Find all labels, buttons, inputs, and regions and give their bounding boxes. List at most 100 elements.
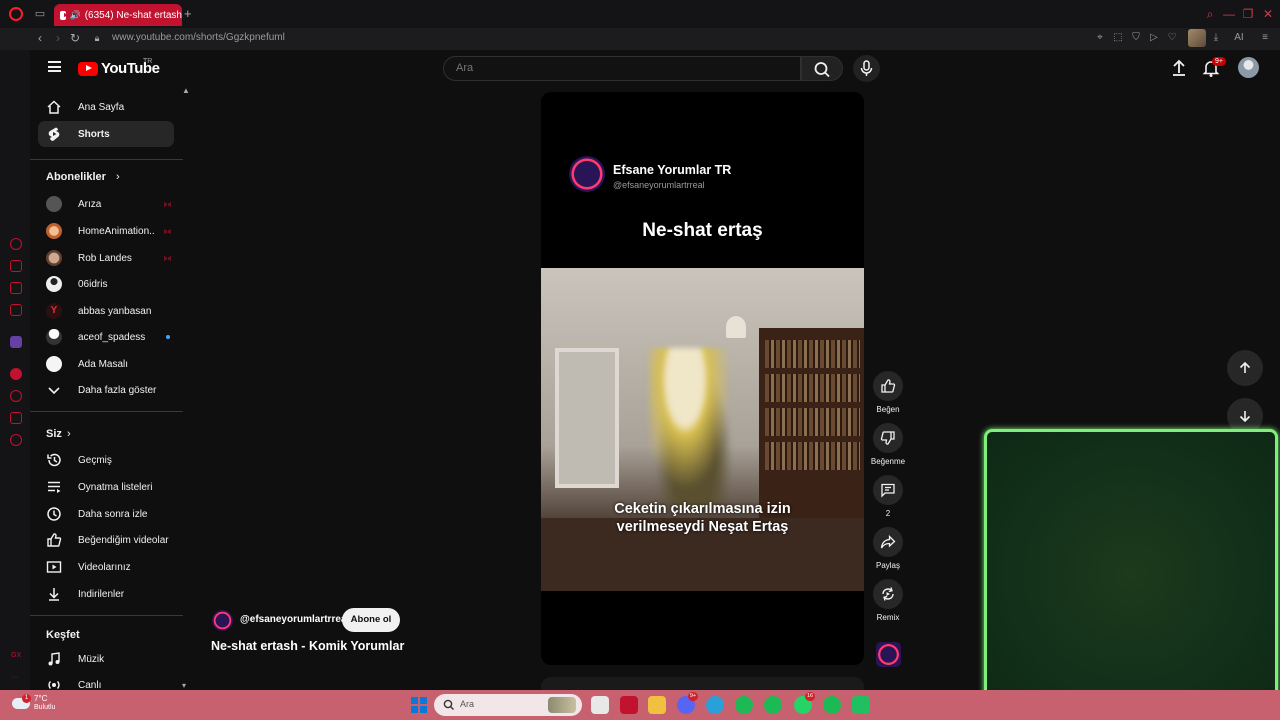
shield-icon[interactable]: ⛉: [1129, 31, 1143, 45]
search-input[interactable]: [456, 62, 756, 74]
comments-button[interactable]: [873, 475, 903, 505]
voice-search-button[interactable]: [853, 55, 880, 82]
speaker-icon[interactable]: 🔊: [70, 10, 81, 21]
sidebar-item-playlists[interactable]: Oynatma listeleri: [38, 474, 174, 500]
start-button[interactable]: [411, 697, 427, 713]
sidebar-item-liked-videos[interactable]: Beğendiğim videolar: [38, 527, 174, 553]
sidebar-scroll-up-icon[interactable]: ▲: [182, 86, 190, 95]
sidebar-item-music[interactable]: Müzik: [38, 646, 174, 672]
sidebar-section-subscriptions[interactable]: Abonelikler ›: [38, 164, 174, 190]
gx-icon[interactable]: GX: [11, 652, 21, 659]
sidebar-item-subscription[interactable]: 06idris: [38, 271, 174, 297]
sidebar-item-shorts[interactable]: Shorts: [38, 121, 174, 147]
task-view-icon[interactable]: [591, 696, 609, 714]
avatar[interactable]: [1238, 57, 1259, 78]
restore-button[interactable]: ❐: [1241, 7, 1255, 21]
url-field[interactable]: www.youtube.com/shorts/Ggzkpnefuml: [112, 32, 285, 43]
channel-avatar[interactable]: [212, 610, 233, 631]
music-player-icon[interactable]: [10, 368, 22, 380]
sidebar-item-your-videos[interactable]: Videolarınız: [38, 554, 174, 580]
file-explorer-icon[interactable]: [648, 696, 666, 714]
forward-icon[interactable]: ›: [50, 30, 66, 46]
sidebar-item-subscription[interactable]: Rob Landes: [38, 245, 174, 271]
opera-gx-taskbar-icon[interactable]: [620, 696, 638, 714]
download-icon[interactable]: ⤓: [1209, 31, 1223, 45]
opera-logo-icon[interactable]: [9, 7, 23, 21]
sidebar-item-subscription[interactable]: Ada Masalı: [38, 351, 174, 377]
channel-handle[interactable]: @efsaneyorumlartrreal: [240, 614, 349, 625]
sidebar-item-downloads[interactable]: İndirilenler: [38, 581, 174, 607]
spotify-alt-icon[interactable]: [764, 696, 782, 714]
browser-globe-icon[interactable]: [706, 696, 724, 714]
tab-youtube[interactable]: 🔊 (6354) Ne-shat ertash: [54, 4, 182, 26]
sidebar-item-subscription[interactable]: HomeAnimation...: [38, 218, 174, 244]
play-icon[interactable]: ▷: [1147, 31, 1161, 45]
search-tabs-icon[interactable]: ⌕: [1203, 7, 1217, 21]
tab-overview-icon[interactable]: ▭: [33, 7, 47, 21]
ai-button[interactable]: AI: [1228, 31, 1250, 45]
history-icon[interactable]: [10, 390, 22, 402]
lock-icon[interactable]: 🔒︎: [89, 30, 105, 46]
sidebar-item-watch-later[interactable]: Daha sonra izle: [38, 501, 174, 527]
dislike-button[interactable]: [873, 423, 903, 453]
taskbar-search[interactable]: [434, 694, 582, 716]
sidebar-item-home[interactable]: Ana Sayfa: [38, 94, 174, 120]
youtube-sidebar: ▲ Ana Sayfa Shorts Abonelikler › Arıza H…: [30, 86, 190, 690]
snapshot-icon[interactable]: ⬚: [1111, 31, 1125, 45]
crypto-icon[interactable]: [10, 304, 22, 316]
sidebar-item-history[interactable]: Geçmiş: [38, 447, 174, 473]
news-icon[interactable]: [10, 282, 22, 294]
twitch-icon[interactable]: [10, 336, 22, 348]
subscribe-button[interactable]: Abone ol: [342, 608, 400, 632]
youtube-favicon-icon: [60, 10, 69, 20]
menu-icon[interactable]: ≡: [1258, 31, 1272, 45]
scroll-down-caret-icon[interactable]: ▾: [182, 681, 186, 690]
reload-icon[interactable]: ↻: [67, 30, 83, 46]
sidebar-item-label: Rob Landes: [78, 252, 132, 264]
sound-thumbnail[interactable]: [876, 642, 901, 667]
short-video-player[interactable]: Efsane Yorumlar TR @efsaneyorumlartrreal…: [541, 92, 864, 665]
sidebar-item-label: İndirilenler: [78, 588, 125, 600]
floating-overlay-panel[interactable]: [984, 429, 1278, 720]
sidebar-item-live[interactable]: Canlı ▾: [38, 672, 186, 691]
sidebar-item-label: Videolarınız: [78, 561, 131, 573]
minimize-button[interactable]: —: [1222, 7, 1236, 21]
spotify-green-icon[interactable]: [823, 696, 841, 714]
sidebar-section-you[interactable]: Siz ›: [38, 421, 174, 447]
sidebar-item-label: abbas yanbasan: [78, 305, 152, 317]
pin-icon[interactable]: ⌖: [1093, 31, 1107, 45]
aria-icon[interactable]: [10, 238, 22, 250]
menu-icon[interactable]: [48, 61, 61, 72]
weather-temperature[interactable]: 7°C: [34, 694, 47, 703]
live-icon: [46, 677, 62, 690]
sidebar-item-label: HomeAnimation...: [78, 225, 154, 237]
sidebar-item-subscription[interactable]: Y abbas yanbasan: [38, 298, 174, 324]
like-button[interactable]: [873, 371, 903, 401]
show-more-button[interactable]: Daha fazla göster: [38, 377, 174, 403]
sidebar-item-subscription[interactable]: Arıza: [38, 191, 174, 217]
more-icon[interactable]: ···: [11, 674, 18, 681]
caption-line: Ceketin çıkarılmasına izin: [614, 501, 791, 517]
weather-condition[interactable]: Bulutlu: [34, 704, 55, 711]
notification-badge: 9+: [1212, 57, 1226, 66]
spotify-icon[interactable]: [735, 696, 753, 714]
sidebar-item-label: Müzik: [78, 653, 105, 665]
sidebar-item-subscription[interactable]: aceof_spadess: [38, 324, 174, 350]
channel-avatar: [46, 356, 62, 372]
extensions-icon[interactable]: [10, 412, 22, 424]
settings-icon[interactable]: [10, 434, 22, 446]
profile-avatar[interactable]: [1188, 29, 1206, 47]
create-button[interactable]: [1170, 58, 1188, 78]
sidebar-item-label: Shorts: [78, 128, 110, 140]
search-button[interactable]: [801, 56, 843, 81]
sidebar-item-label: Canlı: [78, 679, 102, 691]
share-button[interactable]: [873, 527, 903, 557]
close-button[interactable]: ✕: [1261, 7, 1275, 21]
app-icon[interactable]: [852, 696, 870, 714]
heart-icon[interactable]: ♡: [1165, 31, 1179, 45]
remix-button[interactable]: [873, 579, 903, 609]
new-tab-button[interactable]: +: [184, 7, 192, 21]
bag-icon[interactable]: [10, 260, 22, 272]
back-icon[interactable]: ‹: [32, 30, 48, 46]
previous-short-button[interactable]: [1227, 350, 1263, 386]
